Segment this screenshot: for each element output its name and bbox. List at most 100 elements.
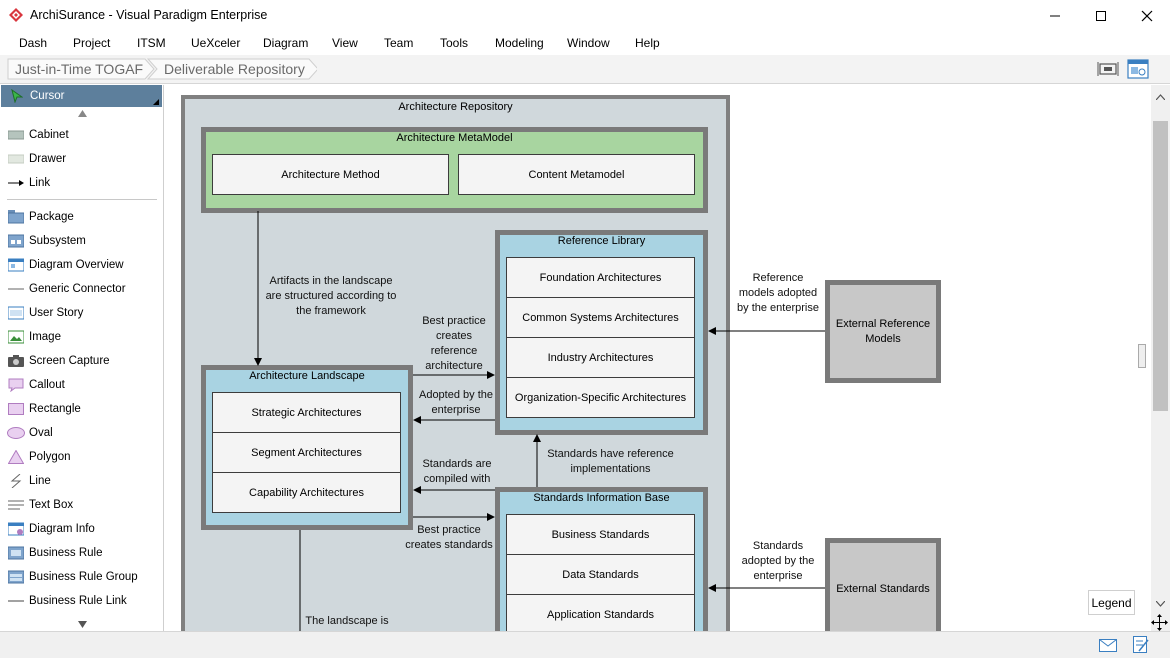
palette-scroll-down-icon[interactable] (78, 621, 87, 628)
diagram-canvas[interactable]: Architecture Repository Architecture Met… (165, 85, 1151, 631)
drawer-icon (7, 151, 25, 167)
business-rule-group-icon (7, 569, 25, 585)
package-icon (7, 209, 25, 225)
palette-item-user-story[interactable]: User Story (0, 302, 162, 324)
menu-modeling[interactable]: Modeling (495, 36, 544, 50)
palette-item-text-box[interactable]: Text Box (0, 494, 162, 516)
close-icon (1141, 10, 1153, 21)
palette-item-label: Generic Connector (29, 283, 126, 295)
status-bar (0, 631, 1170, 658)
palette-item-callout[interactable]: Callout (0, 374, 162, 396)
image-icon (7, 329, 25, 345)
palette-item-rectangle[interactable]: Rectangle (0, 398, 162, 420)
legend-button[interactable]: Legend (1088, 590, 1135, 615)
text-box-icon (7, 497, 25, 513)
menu-tools[interactable]: Tools (440, 36, 468, 50)
menu-view[interactable]: View (332, 36, 358, 50)
palette-item-business-rule[interactable]: Business Rule (0, 542, 162, 564)
splitter-handle[interactable] (1138, 344, 1146, 368)
palette-item-package[interactable]: Package (0, 206, 162, 228)
palette-item-label: Screen Capture (29, 355, 110, 367)
window-title: ArchiSurance - Visual Paradigm Enterpris… (30, 8, 268, 22)
oval-icon (7, 425, 25, 441)
scrollbar-thumb[interactable] (1153, 121, 1168, 411)
menu-window[interactable]: Window (567, 36, 610, 50)
palette-item-diagram-info[interactable]: Diagram Info (0, 518, 162, 540)
cursor-icon (8, 88, 26, 104)
app-logo-icon (9, 8, 23, 22)
palette-item-line[interactable]: Line (0, 470, 162, 492)
palette-item-generic-connector[interactable]: Generic Connector (0, 278, 162, 300)
scroll-up-icon[interactable] (1156, 94, 1165, 100)
menu-dash[interactable]: Dash (19, 36, 47, 50)
palette-item-label: Business Rule Group (29, 571, 138, 583)
palette-item-label: User Story (29, 307, 84, 319)
label-best-practice-reference: Best practice creates reference architec… (422, 315, 486, 372)
menu-help[interactable]: Help (635, 36, 660, 50)
label-best-practice-standards: Best practice creates standards (405, 524, 493, 551)
edit-document-icon[interactable] (1133, 636, 1149, 654)
line-icon (7, 473, 25, 489)
palette-item-screen-capture[interactable]: Screen Capture (0, 350, 162, 372)
polygon-icon (7, 449, 25, 465)
arrow-link-icon (7, 175, 25, 191)
palette-scroll-up-icon[interactable] (78, 110, 87, 117)
breadcrumb: Just-in-Time TOGAF Deliverable Repositor… (0, 55, 1170, 84)
maximize-button[interactable] (1078, 0, 1124, 31)
palette-item-label: Drawer (29, 153, 67, 165)
palette-item-label: Polygon (29, 451, 71, 463)
palette-item-business-rule-group[interactable]: Business Rule Group (0, 566, 162, 588)
palette-item-polygon[interactable]: Polygon (0, 446, 162, 468)
business-rule-icon (7, 545, 25, 561)
palette-item-label: Text Box (29, 499, 74, 511)
palette-item-label: Link (29, 177, 51, 189)
palette-item-label: Business Rule Link (29, 595, 127, 607)
palette-item-business-rule-link[interactable]: Business Rule Link (0, 590, 162, 612)
palette-item-oval[interactable]: Oval (0, 422, 162, 444)
palette-item-diagram-overview[interactable]: Diagram Overview (0, 254, 162, 276)
diagram-palette: Cursor Cabinet Drawer Link Package Subsy… (0, 85, 164, 631)
pan-move-icon[interactable] (1151, 614, 1168, 631)
palette-item-link[interactable]: Link (0, 172, 162, 194)
maximize-icon (1096, 10, 1106, 21)
mail-icon[interactable] (1099, 639, 1117, 652)
breadcrumb-item-project[interactable]: Just-in-Time TOGAF (15, 58, 143, 80)
minimize-button[interactable] (1032, 0, 1078, 31)
palette-item-label: Package (29, 211, 74, 223)
callout-icon (7, 377, 25, 393)
label-artifacts: Artifacts in the landscape are structure… (265, 275, 397, 317)
palette-item-subsystem[interactable]: Subsystem (0, 230, 162, 252)
close-button[interactable] (1124, 0, 1170, 31)
palette-item-label: Diagram Info (29, 523, 95, 535)
diagram-navigator-icon[interactable] (1127, 59, 1149, 79)
vertical-scrollbar[interactable] (1151, 85, 1170, 631)
fit-diagram-icon[interactable] (1097, 59, 1119, 79)
palette-item-drawer[interactable]: Drawer (0, 148, 162, 170)
palette-divider (7, 199, 157, 200)
label-landscape-is: The landscape is (305, 615, 389, 627)
breadcrumb-item-diagram[interactable]: Deliverable Repository (164, 58, 305, 80)
menu-uexceler[interactable]: UeXceler (191, 36, 240, 50)
connector-layer (254, 211, 825, 631)
palette-item-cabinet[interactable]: Cabinet (0, 124, 162, 146)
palette-item-label: Oval (29, 427, 53, 439)
palette-item-label: Cabinet (29, 129, 69, 141)
rectangle-icon (7, 401, 25, 417)
palette-expand-icon (153, 99, 159, 105)
camera-icon (7, 353, 25, 369)
palette-cursor[interactable]: Cursor (1, 85, 162, 107)
user-story-icon (7, 305, 25, 321)
label-adopted-enterprise: Adopted by the enterprise (418, 389, 493, 416)
menu-diagram[interactable]: Diagram (263, 36, 308, 50)
menu-project[interactable]: Project (73, 36, 110, 50)
label-reference-models-adopted: Reference models adopted by the enterpri… (737, 272, 819, 314)
title-bar: ArchiSurance - Visual Paradigm Enterpris… (0, 0, 1170, 31)
scroll-down-icon[interactable] (1156, 601, 1165, 607)
connector-line-icon (7, 281, 25, 297)
palette-item-label: Subsystem (29, 235, 86, 247)
palette-item-image[interactable]: Image (0, 326, 162, 348)
menu-team[interactable]: Team (384, 36, 413, 50)
menu-itsm[interactable]: ITSM (137, 36, 166, 50)
palette-item-label: Rectangle (29, 403, 81, 415)
diagram-info-icon (7, 521, 25, 537)
